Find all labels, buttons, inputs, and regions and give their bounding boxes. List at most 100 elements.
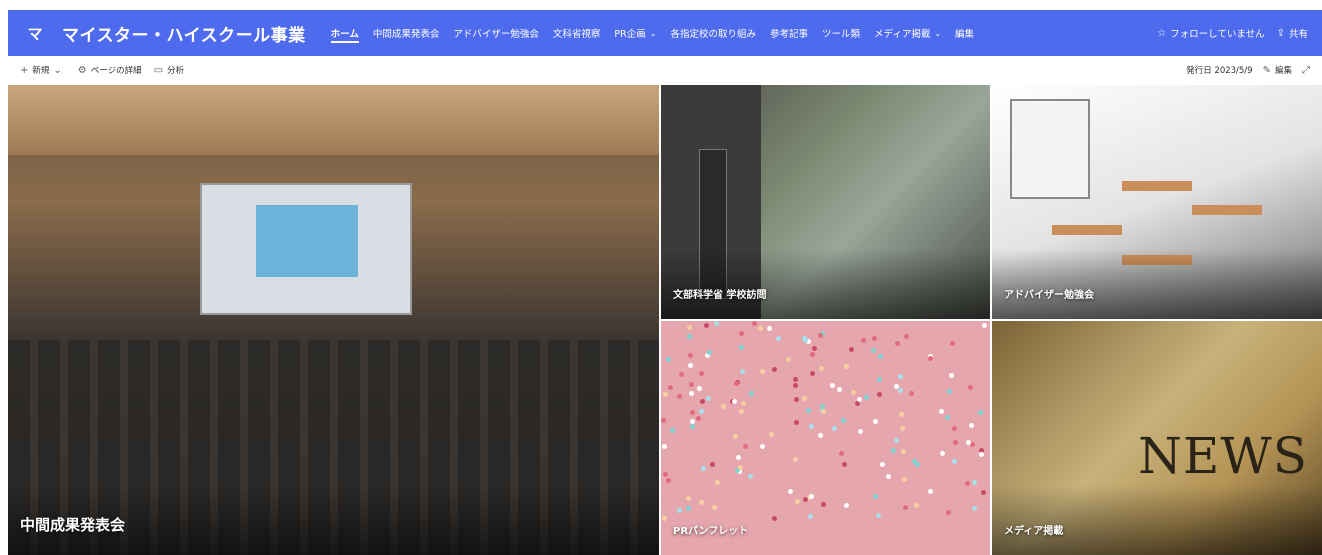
- confetti-dot: [966, 440, 971, 445]
- confetti-dot: [769, 432, 774, 437]
- page-details-label: ページの詳細: [90, 66, 142, 76]
- news-image-text: NEWS: [1138, 427, 1308, 485]
- confetti-dot: [733, 434, 738, 439]
- hero-tile-label: 中間成果発表会: [20, 516, 126, 534]
- confetti-dot: [666, 478, 671, 483]
- nav-item-label: 参考記事: [769, 29, 808, 40]
- nav-item-tools[interactable]: ツール類: [822, 10, 860, 56]
- confetti-dot: [701, 466, 706, 471]
- confetti-dot: [802, 336, 807, 341]
- projector-screen-image: [200, 183, 412, 315]
- share-button[interactable]: ⇪ 共有: [1276, 26, 1308, 41]
- confetti-dot: [772, 367, 777, 372]
- confetti-dot: [661, 418, 666, 423]
- tile-shade: [992, 485, 1322, 555]
- nav-item-midterm-presentation[interactable]: 中間成果発表会: [373, 10, 440, 56]
- hero-tile-advisor-study[interactable]: アドバイザー勉強会: [992, 85, 1322, 319]
- confetti-dot: [952, 426, 957, 431]
- confetti-dot: [939, 409, 944, 414]
- confetti-dot: [830, 383, 835, 388]
- confetti-dot: [945, 415, 950, 420]
- star-icon: ☆: [1157, 27, 1167, 39]
- confetti-dot: [928, 356, 933, 361]
- nav-item-advisor-study[interactable]: アドバイザー勉強会: [453, 10, 539, 56]
- confetti-dot: [662, 516, 667, 521]
- confetti-dot: [839, 451, 844, 456]
- confetti-dot: [873, 494, 878, 499]
- confetti-dot: [979, 452, 984, 457]
- confetti-dot: [849, 347, 854, 352]
- edit-button[interactable]: ✎ 編集: [1263, 64, 1292, 77]
- confetti-dot: [903, 505, 908, 510]
- confetti-dot: [982, 323, 987, 328]
- confetti-dot: [712, 505, 717, 510]
- confetti-dot: [899, 412, 904, 417]
- nav-item-label: PR企画: [614, 29, 646, 40]
- hero-tile-label: アドバイザー勉強会: [1004, 290, 1094, 301]
- confetti-dot: [810, 371, 815, 376]
- expand-button[interactable]: ⤢: [1302, 65, 1314, 76]
- hall-ceiling-image: [8, 85, 659, 155]
- confetti-dot: [802, 396, 807, 401]
- confetti-dot: [736, 455, 741, 460]
- follow-button[interactable]: ☆ フォローしていません: [1157, 26, 1264, 41]
- confetti-dot: [901, 449, 906, 454]
- confetti-dot: [687, 334, 692, 339]
- confetti-dot: [844, 364, 849, 369]
- desk-image: [1192, 205, 1262, 215]
- nav-item-mext-visit[interactable]: 文科省視察: [553, 10, 601, 56]
- nav-item-label: 文科省視察: [552, 29, 601, 40]
- confetti-dot: [950, 341, 955, 346]
- confetti-dot: [668, 385, 673, 390]
- confetti-dot: [898, 388, 903, 393]
- confetti-dot: [914, 503, 919, 508]
- confetti-dot: [972, 506, 977, 511]
- nav-item-reference-articles[interactable]: 参考記事: [770, 10, 808, 56]
- new-button[interactable]: + 新規 ⌄: [20, 64, 66, 77]
- site-title[interactable]: マイスター・ハイスクール事業: [62, 21, 306, 46]
- nav-item-edit[interactable]: 編集: [955, 10, 974, 56]
- confetti-dot: [877, 392, 882, 397]
- nav-item-media[interactable]: メディア掲載 ⌄: [874, 10, 941, 56]
- confetti-dot: [809, 494, 814, 499]
- confetti-dot: [677, 394, 682, 399]
- hero-tile-media[interactable]: NEWS メディア掲載: [992, 321, 1322, 555]
- confetti-dot: [687, 325, 692, 330]
- desk-image: [1052, 225, 1122, 235]
- confetti-dot: [686, 496, 691, 501]
- nav-item-label: 編集: [955, 29, 975, 40]
- page-details-button[interactable]: ⚙ ページの詳細: [78, 64, 142, 77]
- plus-icon: +: [20, 64, 29, 76]
- hero-tile-midterm-presentation[interactable]: 中間成果発表会: [8, 85, 659, 555]
- confetti-dot: [978, 410, 983, 415]
- nav-item-home[interactable]: ホーム: [330, 10, 360, 56]
- confetti-dot: [734, 381, 739, 386]
- confetti-dot: [928, 489, 933, 494]
- confetti-dot: [699, 409, 704, 414]
- confetti-dot: [909, 391, 914, 396]
- confetti-dot: [857, 397, 862, 402]
- confetti-dot: [663, 392, 668, 397]
- nav-item-school-initiatives[interactable]: 各指定校の取り組み: [670, 10, 756, 56]
- confetti-dot: [760, 444, 765, 449]
- analytics-label: 分析: [167, 66, 185, 76]
- confetti-dot: [721, 404, 726, 409]
- desk-image: [1122, 181, 1192, 191]
- share-icon: ⇪: [1276, 27, 1285, 39]
- confetti-dot: [732, 399, 737, 404]
- hero-tile-school-visit[interactable]: 文部科学省 学校訪問: [661, 85, 990, 319]
- site-logo[interactable]: マ: [16, 10, 54, 56]
- analytics-button[interactable]: ▭ 分析: [153, 64, 185, 77]
- confetti-dot: [758, 326, 763, 331]
- confetti-dot: [812, 346, 817, 351]
- confetti-dot: [794, 397, 799, 402]
- nav-item-label: メディア掲載: [874, 29, 931, 40]
- nav-item-pr-plan[interactable]: PR企画 ⌄: [614, 10, 656, 56]
- analytics-icon: ▭: [153, 64, 164, 76]
- hero-tile-pr-pamphlet[interactable]: PRパンフレット: [661, 321, 990, 555]
- tile-shade: [661, 249, 990, 319]
- confetti-dot: [707, 350, 712, 355]
- confetti-dot: [699, 500, 704, 505]
- confetti-dot: [851, 390, 856, 395]
- confetti-dot: [821, 502, 826, 507]
